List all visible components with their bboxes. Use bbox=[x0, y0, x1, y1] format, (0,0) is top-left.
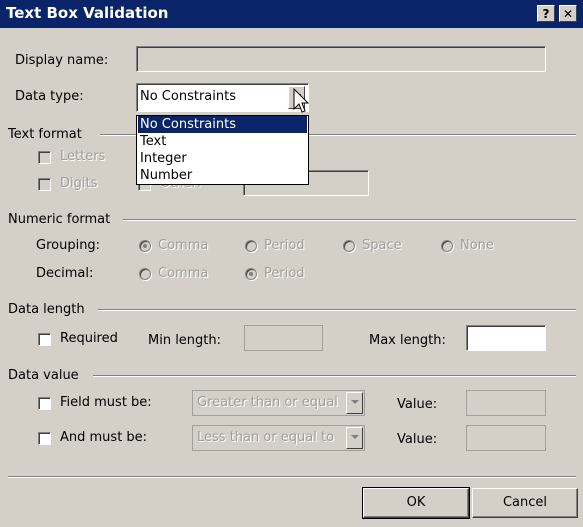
bottom-divider bbox=[8, 476, 576, 478]
data-value-divider bbox=[93, 375, 576, 377]
data-length-divider bbox=[98, 309, 576, 311]
value-field-1[interactable] bbox=[466, 390, 546, 416]
and-must-be-label: And must be: bbox=[60, 430, 148, 445]
grouping-space-radio[interactable] bbox=[343, 240, 355, 252]
required-label: Required bbox=[60, 331, 118, 346]
decimal-period-radio[interactable] bbox=[245, 268, 257, 280]
letters-label: Letters bbox=[60, 149, 106, 164]
field-must-be-label: Field must be: bbox=[60, 395, 152, 410]
field-condition-dropdown[interactable]: Greater than or equal bbox=[192, 390, 365, 416]
text-box-validation-dialog: Text Box Validation ? ✕ Display name: Da… bbox=[0, 0, 583, 527]
value-label-2: Value: bbox=[397, 432, 438, 447]
data-type-selected: No Constraints bbox=[140, 89, 236, 104]
chevron-down-icon bbox=[351, 435, 359, 439]
data-type-dropdown[interactable]: No Constraints bbox=[136, 83, 309, 112]
decimal-comma-label: Comma bbox=[158, 266, 209, 281]
dialog-title: Text Box Validation bbox=[6, 4, 169, 22]
letters-checkbox[interactable] bbox=[38, 151, 51, 164]
help-button[interactable]: ? bbox=[537, 5, 555, 22]
option-text[interactable]: Text bbox=[138, 133, 307, 150]
grouping-period-label: Period bbox=[264, 238, 305, 253]
display-name-label: Display name: bbox=[15, 53, 109, 68]
mouse-pointer-icon bbox=[293, 88, 309, 113]
decimal-comma-radio[interactable] bbox=[139, 268, 151, 280]
grouping-comma-radio[interactable] bbox=[139, 240, 151, 252]
max-length-field[interactable] bbox=[466, 325, 546, 351]
value-label-1: Value: bbox=[397, 397, 438, 412]
grouping-label: Grouping: bbox=[36, 238, 101, 253]
text-format-title: Text format bbox=[8, 127, 82, 142]
required-checkbox[interactable] bbox=[38, 333, 51, 346]
digits-checkbox[interactable] bbox=[38, 178, 51, 191]
field-must-be-checkbox[interactable] bbox=[38, 397, 51, 410]
numeric-format-divider bbox=[123, 219, 576, 221]
cancel-button[interactable]: Cancel bbox=[472, 488, 578, 518]
grouping-comma-label: Comma bbox=[158, 238, 209, 253]
grouping-none-label: None bbox=[460, 238, 494, 253]
grouping-period-radio[interactable] bbox=[245, 240, 257, 252]
title-bar[interactable]: Text Box Validation ? ✕ bbox=[0, 0, 583, 28]
data-length-title: Data length bbox=[8, 302, 85, 317]
field-condition-arrow[interactable] bbox=[346, 392, 363, 414]
option-number[interactable]: Number bbox=[138, 167, 307, 184]
field-condition-value: Greater than or equal bbox=[197, 395, 338, 410]
decimal-label: Decimal: bbox=[36, 266, 94, 281]
ok-button[interactable]: OK bbox=[362, 487, 470, 519]
and-must-be-checkbox[interactable] bbox=[38, 432, 51, 445]
data-type-options-list[interactable]: No Constraints Text Integer Number bbox=[136, 115, 309, 185]
data-value-title: Data value bbox=[8, 368, 79, 383]
data-type-label: Data type: bbox=[15, 89, 84, 104]
max-length-label: Max length: bbox=[369, 333, 446, 348]
numeric-format-title: Numeric format bbox=[8, 212, 111, 227]
chevron-down-icon bbox=[351, 400, 359, 404]
option-integer[interactable]: Integer bbox=[138, 150, 307, 167]
display-name-field bbox=[136, 46, 546, 72]
and-condition-arrow[interactable] bbox=[346, 427, 363, 449]
and-condition-value: Less than or equal to bbox=[197, 430, 335, 445]
option-no-constraints[interactable]: No Constraints bbox=[138, 116, 307, 133]
min-length-label: Min length: bbox=[148, 333, 222, 348]
and-condition-dropdown[interactable]: Less than or equal to bbox=[192, 425, 365, 451]
digits-label: Digits bbox=[60, 176, 98, 191]
decimal-period-label: Period bbox=[264, 266, 305, 281]
close-button[interactable]: ✕ bbox=[559, 5, 577, 22]
value-field-2[interactable] bbox=[466, 425, 546, 451]
min-length-field[interactable] bbox=[244, 325, 323, 351]
grouping-space-label: Space bbox=[362, 238, 402, 253]
grouping-none-radio[interactable] bbox=[441, 240, 453, 252]
